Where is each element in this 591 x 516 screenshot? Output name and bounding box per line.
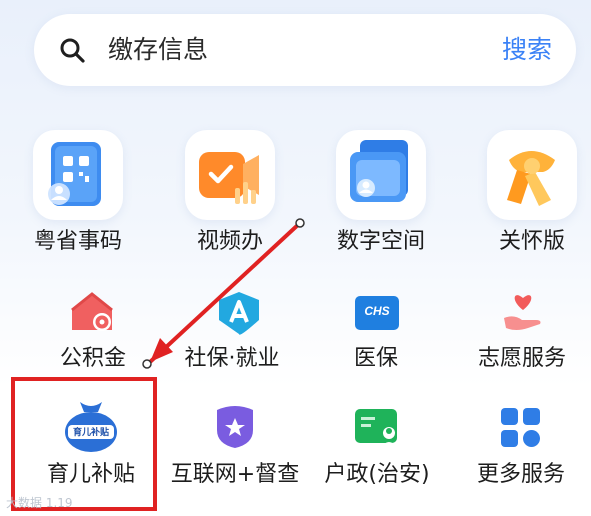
watermark: 大数据 1.19 bbox=[6, 496, 73, 510]
annotation-arrow bbox=[142, 218, 305, 369]
